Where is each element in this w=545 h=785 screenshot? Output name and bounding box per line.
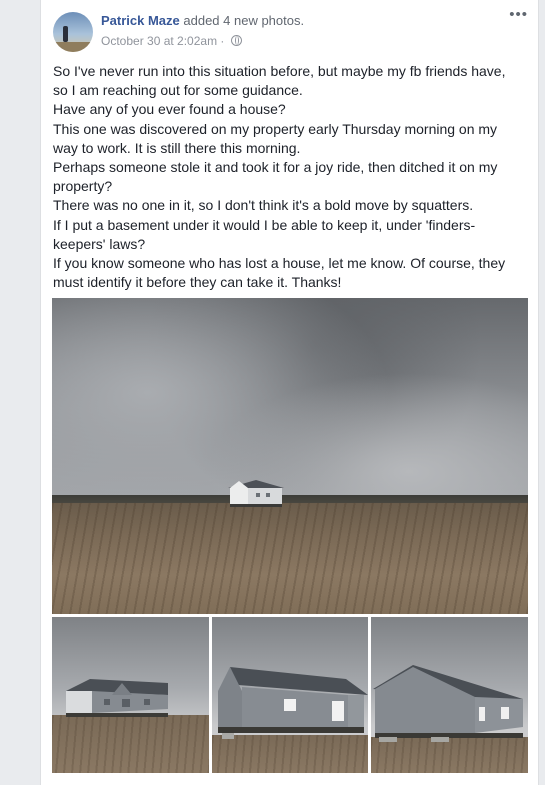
post-text: So I've never run into this situation be… — [53, 62, 527, 292]
author-avatar[interactable] — [53, 12, 93, 52]
avatar-figure — [63, 26, 68, 42]
avatar-ground — [53, 42, 93, 52]
post-meta: October 30 at 2:02am · — [101, 34, 242, 48]
post-card: Patrick Maze added 4 new photos. October… — [40, 0, 539, 785]
house-image — [373, 665, 523, 742]
post-photo-main[interactable] — [52, 298, 528, 614]
photo-field — [52, 715, 209, 773]
photo-field — [52, 503, 528, 614]
post-text-line: There was no one in it, so I don't think… — [53, 197, 474, 214]
post-text-line: keepers' laws? — [53, 235, 146, 252]
post-text-line: If I put a basement under it would I be … — [53, 216, 476, 233]
post-photo-thumb[interactable] — [212, 617, 368, 773]
house-image — [228, 480, 284, 507]
post-action-text: added 4 new photos. — [179, 13, 305, 28]
globe-icon[interactable] — [230, 35, 242, 46]
post-text-line: If you know someone who has lost a house… — [53, 255, 506, 272]
post-photo-thumb[interactable] — [371, 617, 528, 773]
post-header: Patrick Maze added 4 new photos. — [101, 13, 304, 28]
post-timestamp-link[interactable]: October 30 at 2:02am — [101, 34, 217, 48]
author-name-link[interactable]: Patrick Maze — [101, 13, 180, 28]
post-text-line: This one was discovered on my property e… — [53, 120, 498, 137]
post-text-line: Have any of you ever found a house? — [53, 101, 286, 118]
post-text-line: so I am reaching out for some guidance. — [53, 82, 303, 99]
post-text-line: must identify it before they can take it… — [53, 274, 342, 291]
more-options-icon[interactable]: ••• — [509, 7, 528, 22]
post-text-line: Perhaps someone stole it and took it for… — [53, 159, 498, 176]
meta-separator: · — [217, 34, 228, 48]
post-text-line: property? — [53, 178, 113, 195]
post-text-line: So I've never run into this situation be… — [53, 63, 506, 79]
post-photo-thumb[interactable] — [52, 617, 209, 773]
house-image — [66, 679, 168, 717]
post-text-line: way to work. It is still there this morn… — [53, 139, 301, 156]
house-image — [218, 667, 368, 739]
